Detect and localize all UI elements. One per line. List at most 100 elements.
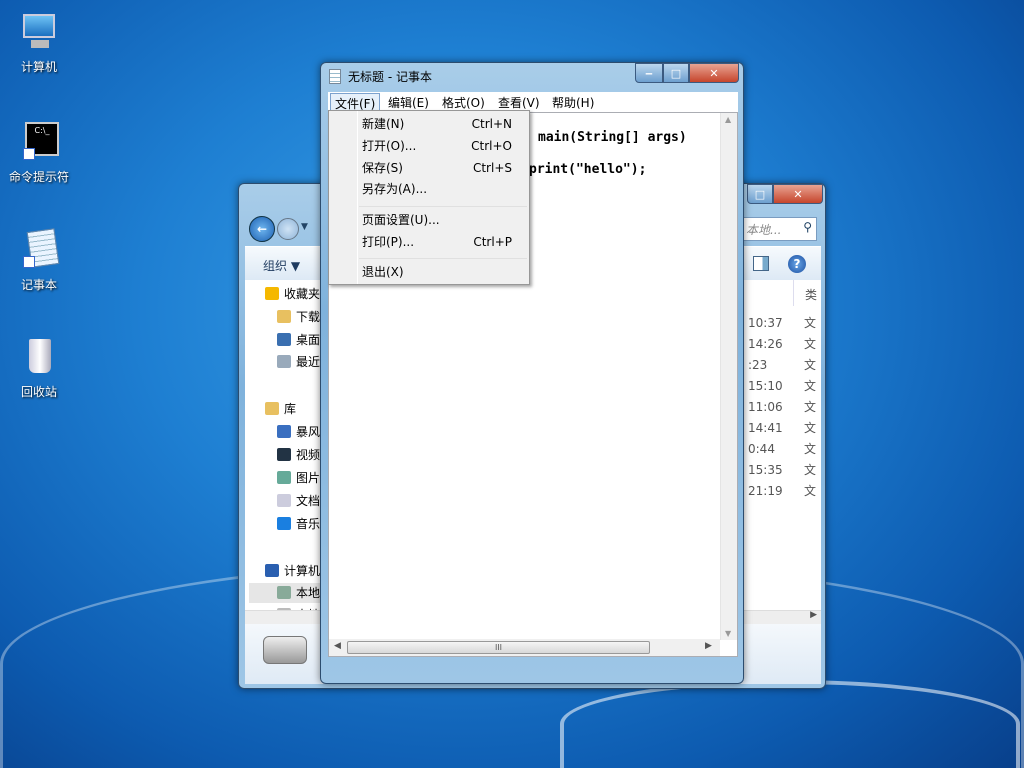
scroll-left-icon[interactable]: ◀: [334, 641, 341, 651]
desktop-icon-notepad[interactable]: 记事本: [4, 228, 74, 293]
column-header-type[interactable]: 类: [805, 286, 817, 303]
text-line: main(String[] args): [538, 130, 687, 145]
maximize-button[interactable]: □: [747, 184, 773, 204]
modified-time: 14:41: [748, 421, 783, 435]
desktop-icon-computer[interactable]: 计算机: [4, 10, 74, 75]
search-input[interactable]: 本地... ⚲: [739, 217, 817, 241]
nav-item[interactable]: 视频: [277, 445, 320, 465]
recent-icon: [277, 355, 291, 368]
recycle-bin-icon: [17, 335, 61, 379]
desktop-icon-label: 记事本: [20, 278, 57, 292]
desktop-icon-recycle-bin[interactable]: 回收站: [4, 335, 74, 400]
modified-time: 0:44: [748, 442, 775, 456]
file-row[interactable]: 15:10 文: [748, 376, 818, 396]
file-row[interactable]: 14:26 文: [748, 334, 818, 354]
computer-icon: [265, 564, 279, 577]
horizontal-scrollbar[interactable]: ◀ III ▶: [329, 639, 720, 656]
desktop-icon: [277, 333, 291, 346]
nav-item[interactable]: 桌面: [277, 330, 320, 350]
modified-time: 15:10: [748, 379, 783, 393]
file-row[interactable]: :23 文: [748, 355, 818, 375]
file-type: 文: [804, 463, 817, 477]
back-button[interactable]: ←: [249, 216, 275, 242]
file-type: 文: [804, 484, 817, 498]
library-icon: [265, 402, 279, 415]
file-type: 文: [804, 337, 817, 351]
file-row[interactable]: 11:06 文: [748, 397, 818, 417]
nav-item[interactable]: 计算机: [265, 561, 320, 581]
file-row[interactable]: 10:37 文: [748, 313, 818, 333]
menu-item-shortcut: Ctrl+S: [472, 161, 512, 175]
menu-item-label: 退出(X): [362, 265, 404, 279]
star-icon: [265, 287, 279, 300]
menu-item[interactable]: 保存(S) Ctrl+S: [362, 158, 522, 178]
forward-button[interactable]: [277, 218, 299, 240]
menu-item-shortcut: Ctrl+O: [471, 139, 512, 153]
scroll-right-icon[interactable]: ▶: [705, 641, 712, 651]
file-type: 文: [804, 442, 817, 456]
file-type: 文: [804, 400, 817, 414]
nav-item[interactable]: 文档: [277, 491, 320, 511]
computer-icon: [17, 10, 61, 54]
nav-item[interactable]: 下载: [277, 307, 320, 327]
file-row[interactable]: 14:41 文: [748, 418, 818, 438]
modified-time: 21:19: [748, 484, 783, 498]
nav-item[interactable]: 暴风: [277, 422, 320, 442]
scroll-right-icon[interactable]: ▶: [810, 610, 817, 620]
desktop-icon-cmd[interactable]: C:\_ 命令提示符: [4, 120, 74, 185]
music-icon: [277, 517, 291, 530]
close-button[interactable]: ✕: [773, 184, 823, 204]
video-icon: [277, 448, 291, 461]
nav-item-label: 库: [284, 402, 297, 416]
desktop-icon-label: 命令提示符: [8, 170, 69, 184]
history-dropdown-icon[interactable]: ▼: [301, 222, 308, 232]
menu-item-label: 页面设置(U)...: [362, 213, 440, 227]
menu-separator: [359, 258, 527, 259]
nav-item[interactable]: 图片: [277, 468, 320, 488]
menu-item-label: 打印(P)...: [362, 235, 415, 249]
nav-item[interactable]: 最近: [277, 352, 320, 372]
scroll-up-icon[interactable]: ▲: [725, 115, 731, 124]
preview-pane-icon[interactable]: [753, 256, 769, 271]
nav-item-label: 本地: [296, 586, 321, 600]
search-icon: ⚲: [803, 220, 812, 234]
modified-time: 14:26: [748, 337, 783, 351]
file-row[interactable]: 21:19 文: [748, 481, 818, 501]
minimize-button[interactable]: ‒: [635, 63, 663, 83]
close-button[interactable]: ✕: [689, 63, 739, 83]
menu-item[interactable]: 页面设置(U)...: [362, 210, 522, 230]
scroll-down-icon[interactable]: ▼: [725, 629, 731, 638]
menu-help[interactable]: 帮助(H): [548, 93, 598, 112]
nav-item-label: 文档: [296, 494, 321, 508]
menu-bar: 文件(F) 编辑(E) 格式(O) 查看(V) 帮助(H): [328, 92, 738, 114]
organize-button[interactable]: 组织 ▼: [263, 257, 300, 274]
nav-item-label: 收藏夹: [284, 287, 321, 301]
notepad-icon: [17, 228, 61, 272]
modified-time: 15:35: [748, 463, 783, 477]
nav-item[interactable]: 库: [265, 399, 296, 419]
nav-item[interactable]: 收藏夹: [265, 284, 320, 304]
vertical-scrollbar[interactable]: ▲ ▼: [720, 113, 737, 640]
file-row[interactable]: 15:35 文: [748, 460, 818, 480]
menu-item-label: 打开(O)...: [362, 139, 417, 153]
file-type: 文: [804, 379, 817, 393]
menu-item-label: 新建(N): [362, 117, 405, 131]
menu-item[interactable]: 新建(N) Ctrl+N: [362, 114, 522, 134]
local-disk-icon: [263, 636, 307, 664]
menu-item[interactable]: 打印(P)... Ctrl+P: [362, 232, 522, 252]
file-row[interactable]: 0:44 文: [748, 439, 818, 459]
menu-item[interactable]: 退出(X): [362, 262, 522, 282]
search-placeholder: 本地...: [746, 223, 782, 237]
desktop-icon-label: 回收站: [20, 385, 57, 399]
desktop-icon-label: 计算机: [20, 60, 57, 74]
nav-item[interactable]: 音乐: [277, 514, 320, 534]
maximize-button[interactable]: □: [663, 63, 689, 83]
menu-item[interactable]: 打开(O)... Ctrl+O: [362, 136, 522, 156]
modified-time: 10:37: [748, 316, 783, 330]
nav-item[interactable]: 本地: [249, 583, 329, 603]
menu-item[interactable]: 另存为(A)...: [362, 179, 522, 199]
scroll-thumb[interactable]: III: [347, 641, 650, 654]
menu-gutter: [357, 111, 358, 284]
picture-icon: [277, 471, 291, 484]
help-icon[interactable]: ?: [788, 255, 806, 273]
